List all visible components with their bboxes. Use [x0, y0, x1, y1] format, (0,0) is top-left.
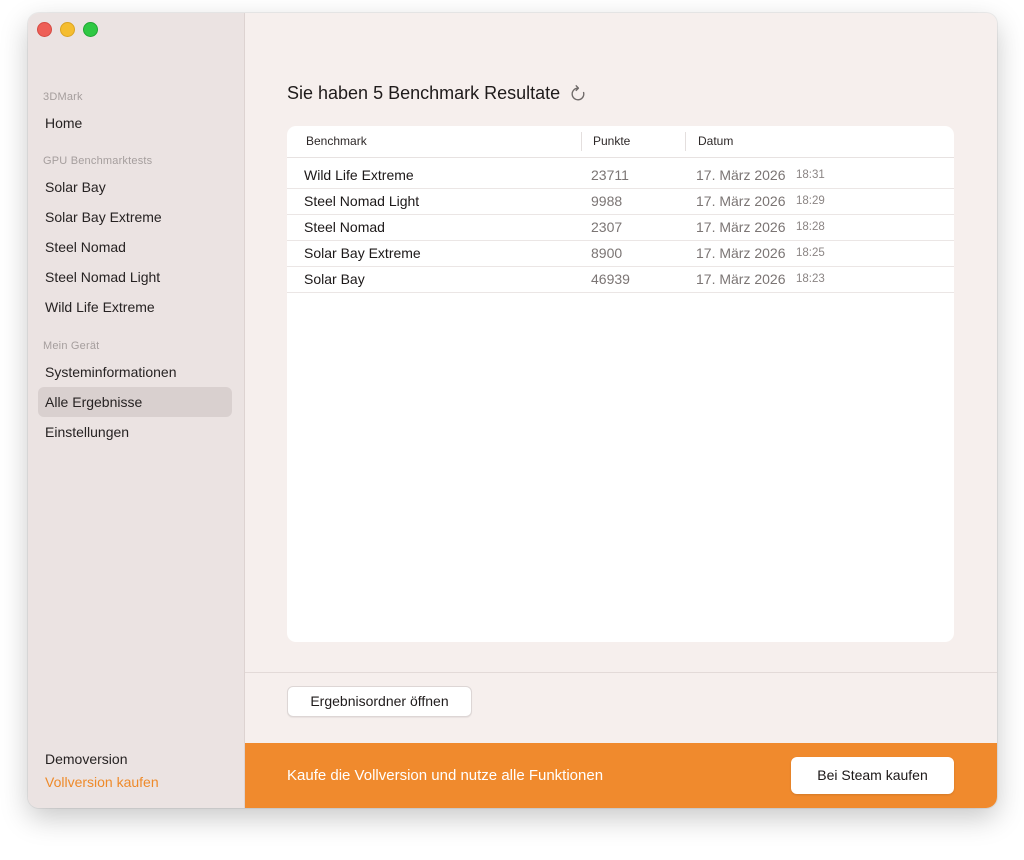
benchmark-score: 8900: [591, 245, 623, 261]
benchmark-time: 18:23: [796, 273, 825, 285]
results-table: Benchmark Punkte Datum Wild Life Extreme…: [287, 126, 954, 642]
column-header-benchmark[interactable]: Benchmark: [306, 126, 367, 157]
footer-divider: [245, 672, 997, 673]
table-row[interactable]: Solar Bay 46939 17. März 2026 18:23: [287, 266, 954, 293]
sidebar-item-steel-nomad-light[interactable]: Steel Nomad Light: [38, 262, 232, 292]
window-controls: [37, 22, 98, 37]
benchmark-name: Steel Nomad Light: [304, 193, 420, 209]
table-row[interactable]: Steel Nomad Light 9988 17. März 2026 18:…: [287, 188, 954, 215]
benchmark-date: 17. März 2026: [696, 245, 786, 261]
benchmark-date: 17. März 2026: [696, 193, 786, 209]
benchmark-name: Wild Life Extreme: [304, 167, 414, 183]
sidebar-item-steel-nomad[interactable]: Steel Nomad: [38, 232, 232, 262]
refresh-icon[interactable]: [568, 84, 588, 104]
sidebar-section-gpu: GPU Benchmarktests: [43, 155, 153, 167]
benchmark-date: 17. März 2026: [696, 271, 786, 287]
app-window: 3DMark Home GPU Benchmarktests Solar Bay…: [28, 13, 997, 808]
benchmark-time: 18:29: [796, 195, 825, 207]
column-header-datum[interactable]: Datum: [698, 126, 733, 157]
benchmark-score: 2307: [591, 219, 623, 235]
column-divider: [685, 132, 686, 151]
buy-on-steam-button[interactable]: Bei Steam kaufen: [791, 757, 954, 794]
benchmark-name: Solar Bay Extreme: [304, 245, 421, 261]
demo-version-label: Demoversion: [45, 751, 128, 767]
table-row[interactable]: Solar Bay Extreme 8900 17. März 2026 18:…: [287, 240, 954, 267]
sidebar-item-home[interactable]: Home: [38, 108, 232, 138]
benchmark-name: Steel Nomad: [304, 219, 385, 235]
benchmark-time: 18:25: [796, 247, 825, 259]
benchmark-time: 18:31: [796, 169, 825, 181]
benchmark-date: 17. März 2026: [696, 167, 786, 183]
upgrade-banner-text: Kaufe die Vollversion und nutze alle Fun…: [287, 767, 604, 784]
sidebar-item-einstellungen[interactable]: Einstellungen: [38, 417, 232, 447]
benchmark-score: 23711: [591, 167, 629, 183]
page-title: Sie haben 5 Benchmark Resultate: [287, 83, 588, 104]
table-row[interactable]: Steel Nomad 2307 17. März 2026 18:28: [287, 214, 954, 241]
close-window-button[interactable]: [37, 22, 52, 37]
results-count-title: Sie haben 5 Benchmark Resultate: [287, 83, 561, 103]
sidebar-item-solar-bay[interactable]: Solar Bay: [38, 172, 232, 202]
sidebar-section-3dmark: 3DMark: [43, 91, 83, 103]
main-content: Sie haben 5 Benchmark Resultate Benchmar…: [245, 13, 997, 808]
benchmark-name: Solar Bay: [304, 271, 365, 287]
sidebar-item-solar-bay-extreme[interactable]: Solar Bay Extreme: [38, 202, 232, 232]
sidebar-item-systeminformationen[interactable]: Systeminformationen: [38, 357, 232, 387]
sidebar-item-wild-life-extreme[interactable]: Wild Life Extreme: [38, 292, 232, 322]
upgrade-banner: Kaufe die Vollversion und nutze alle Fun…: [245, 743, 997, 808]
minimize-window-button[interactable]: [60, 22, 75, 37]
column-header-punkte[interactable]: Punkte: [593, 126, 630, 157]
sidebar: 3DMark Home GPU Benchmarktests Solar Bay…: [28, 13, 245, 808]
sidebar-section-device: Mein Gerät: [43, 340, 100, 352]
benchmark-date: 17. März 2026: [696, 219, 786, 235]
table-header: Benchmark Punkte Datum: [287, 126, 954, 158]
table-row[interactable]: Wild Life Extreme 23711 17. März 2026 18…: [287, 162, 954, 189]
benchmark-score: 9988: [591, 193, 623, 209]
benchmark-score: 46939: [591, 271, 630, 287]
buy-full-version-link[interactable]: Vollversion kaufen: [45, 774, 159, 790]
open-results-folder-button[interactable]: Ergebnisordner öffnen: [287, 686, 472, 717]
benchmark-time: 18:28: [796, 221, 825, 233]
sidebar-item-alle-ergebnisse[interactable]: Alle Ergebnisse: [38, 387, 232, 417]
zoom-window-button[interactable]: [83, 22, 98, 37]
column-divider: [581, 132, 582, 151]
